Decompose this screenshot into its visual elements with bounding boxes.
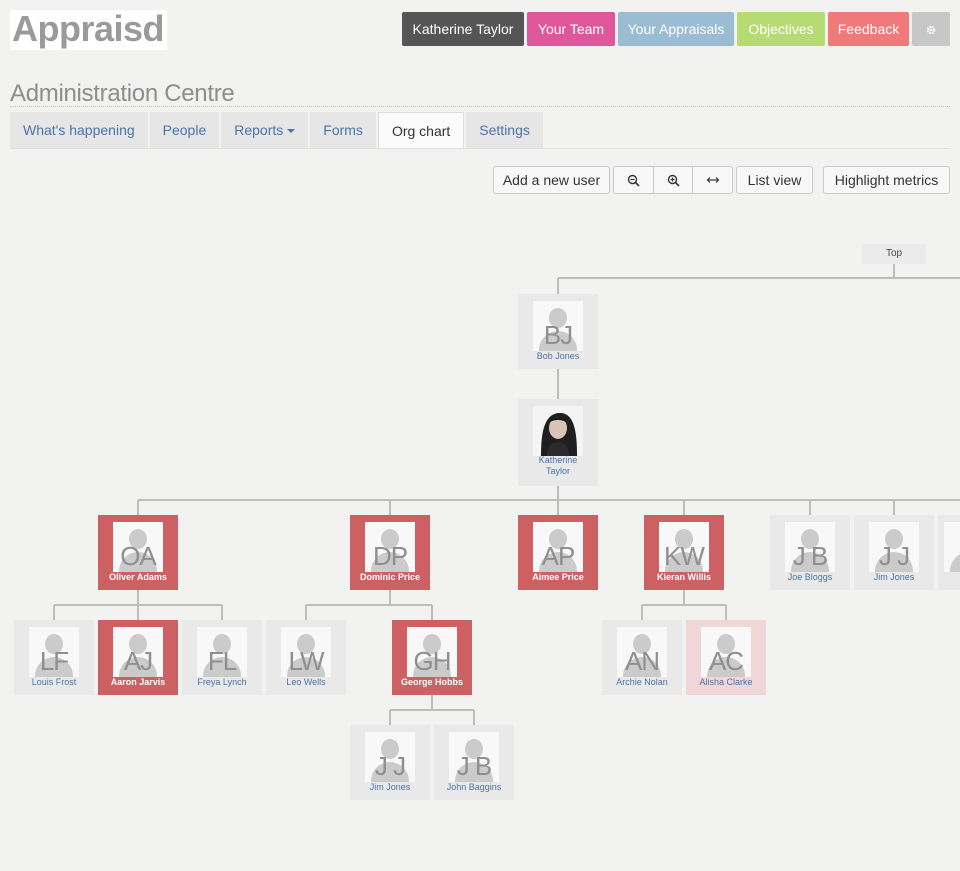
node-initials: KW [664, 541, 705, 571]
node-name: Archie Nolan [616, 677, 668, 687]
node-initials: LF [39, 646, 69, 676]
node-initials: LW [288, 646, 324, 676]
node-initials: J B [456, 751, 493, 781]
node-name: Dominic Price [359, 572, 421, 582]
org-node-leo-wells[interactable]: LW Leo Wells [266, 620, 346, 695]
node-name: John Baggins [446, 782, 502, 792]
node-initials: BJ [543, 320, 573, 350]
org-node-katherine-taylor[interactable]: Katherine Taylor [518, 399, 598, 486]
org-node-partial[interactable] [938, 515, 960, 590]
org-node-freya-lynch[interactable]: FL Freya Lynch [182, 620, 262, 695]
node-initials: AC [708, 646, 744, 676]
node-initials: FL [207, 646, 237, 676]
avatar-placeholder [944, 522, 960, 572]
node-name: Alisha Clarke [699, 677, 753, 687]
node-name: George Hobbs [400, 677, 463, 687]
node-initials: J J [374, 751, 406, 781]
org-node-dominic-price[interactable]: DP Dominic Price [350, 515, 430, 590]
org-node-louis-frost[interactable]: LF Louis Frost [14, 620, 94, 695]
node-name: Joe Bloggs [787, 572, 833, 582]
node-initials: AJ [123, 646, 153, 676]
org-node-jim-jones-2[interactable]: J J Jim Jones [350, 725, 430, 800]
org-node-bob-jones[interactable]: BJ Bob Jones [518, 294, 598, 369]
org-node-alisha-clarke[interactable]: AC Alisha Clarke [686, 620, 766, 695]
org-node-aaron-jarvis[interactable]: AJ Aaron Jarvis [98, 620, 178, 695]
node-name: Kieran Willis [657, 572, 711, 582]
node-initials: J J [878, 541, 910, 571]
node-initials: GH [413, 646, 452, 676]
org-node-aimee-price[interactable]: AP Aimee Price [518, 515, 598, 590]
node-name: Oliver Adams [109, 572, 167, 582]
org-node-oliver-adams[interactable]: OA Oliver Adams [98, 515, 178, 590]
node-initials: AN [624, 646, 660, 676]
node-name: Jim Jones [873, 572, 915, 582]
node-initials: OA [120, 541, 157, 571]
org-node-kieran-willis[interactable]: KW Kieran Willis [644, 515, 724, 590]
org-node-jim-jones[interactable]: J J Jim Jones [854, 515, 934, 590]
node-name: Freya Lynch [197, 677, 247, 687]
node-initials: J B [792, 541, 829, 571]
org-chart: Top BJ Bob Jones Katherine Taylor OA Oli… [0, 0, 960, 871]
node-name: Bob Jones [536, 351, 580, 361]
profile-photo [533, 406, 583, 456]
org-top-node[interactable]: Top [862, 244, 926, 264]
node-name-line1: Katherine [538, 455, 578, 465]
node-initials: DP [372, 541, 408, 571]
org-node-george-hobbs[interactable]: GH George Hobbs [392, 620, 472, 695]
node-initials: AP [541, 541, 576, 571]
org-node-joe-bloggs[interactable]: J B Joe Bloggs [770, 515, 850, 590]
org-node-john-baggins[interactable]: J B John Baggins [434, 725, 514, 800]
node-name: Louis Frost [31, 677, 77, 687]
node-name: Leo Wells [286, 677, 326, 687]
node-name: Aaron Jarvis [110, 677, 166, 687]
org-node-archie-nolan[interactable]: AN Archie Nolan [602, 620, 682, 695]
node-name: Jim Jones [369, 782, 411, 792]
node-name: Aimee Price [532, 572, 584, 582]
node-name-line2: Taylor [545, 466, 570, 476]
